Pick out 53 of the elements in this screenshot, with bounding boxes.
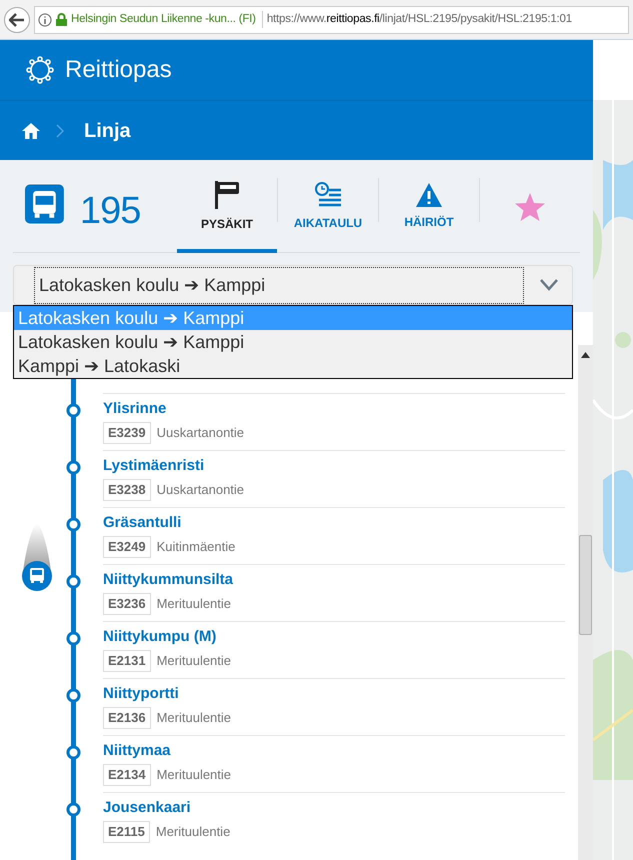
info-icon[interactable]	[38, 12, 52, 26]
stop-name-link[interactable]: Niittyportti	[103, 684, 179, 704]
stop-sign-icon	[214, 180, 240, 208]
route-number: 195	[80, 189, 142, 234]
home-icon[interactable]	[22, 122, 40, 138]
scrollbar[interactable]	[578, 345, 593, 860]
scrollbar-thumb[interactable]	[579, 535, 592, 635]
stop-code: E2115	[103, 821, 150, 843]
stop-code: E3238	[103, 479, 151, 501]
tab[interactable]: PYSÄKIT	[177, 160, 277, 253]
address-bar[interactable]: Helsingin Seudun Liikenne -kun... (FI) https://www.reittiopas.fi/linjat/HSL:2195/pysakit/HSL:2195:1:01	[34, 6, 629, 34]
url-text: https://www.reittiopas.fi/linjat/HSL:2195/pysakit/HSL:2195:1:01	[266, 12, 572, 27]
direction-select[interactable]: Latokasken koulu ➔ Kamppi	[13, 265, 573, 305]
stop-name-link[interactable]: Niittykummunsilta	[103, 570, 234, 590]
stop-code: E2134	[103, 764, 151, 786]
stop-name-link[interactable]: Lystimäenristi	[103, 456, 204, 476]
chevron-down-icon	[540, 279, 558, 291]
back-button[interactable]	[4, 6, 30, 32]
street-name: Uuskartanontie	[156, 481, 244, 500]
stop-name-link[interactable]: Ylisrinne	[103, 399, 166, 419]
dropdown-option[interactable]: Latokasken koulu ➔ Kamppi	[14, 306, 572, 330]
street-name: Merituulentie	[156, 652, 232, 670]
app-title: Reittiopas	[65, 55, 172, 85]
street-name: Merituulentie	[156, 595, 232, 614]
warning-icon	[416, 182, 442, 206]
stop-code: E3239	[103, 422, 151, 444]
street-name: Merituulentie	[156, 709, 232, 728]
breadcrumb-current: Linja	[84, 118, 131, 144]
stop-code: E3249	[103, 536, 151, 558]
star-icon	[515, 192, 545, 220]
stop-name-link[interactable]: Niittykumpu (M)	[103, 627, 216, 647]
back-arrow-icon	[9, 12, 25, 26]
padlock-icon	[56, 13, 67, 26]
dropdown-option[interactable]: Latokasken koulu ➔ Kamppi	[14, 330, 572, 354]
street-name: Merituulentie	[156, 766, 232, 784]
chevron-icon	[56, 124, 64, 138]
stop-name-link[interactable]: Niittymaa	[103, 741, 171, 761]
tab[interactable]: HÄIRIÖT	[379, 160, 479, 253]
street-name: Merituulentie	[156, 823, 230, 842]
tab[interactable]: AIKATAULU	[278, 160, 378, 253]
street-name: Kuitinmäentie	[156, 538, 236, 556]
logo-icon	[25, 55, 55, 85]
stop-name-link[interactable]: Jousenkaari	[103, 798, 191, 818]
street-name: Uuskartanontie	[156, 424, 244, 442]
site-identity: Helsingin Seudun Liikenne -kun... (FI)	[71, 10, 263, 28]
stop-code: E3236	[103, 593, 151, 615]
stop-code: E2131	[103, 650, 151, 672]
timetable-icon	[315, 182, 341, 208]
scroll-up-icon[interactable]	[581, 352, 590, 358]
stop-name-link[interactable]: Gräsantulli	[103, 513, 182, 533]
stop-code: E2136	[103, 707, 151, 729]
dropdown-option[interactable]: Kamppi ➔ Latokaski	[14, 354, 572, 378]
select-value: Latokasken koulu ➔ Kamppi	[39, 274, 266, 297]
